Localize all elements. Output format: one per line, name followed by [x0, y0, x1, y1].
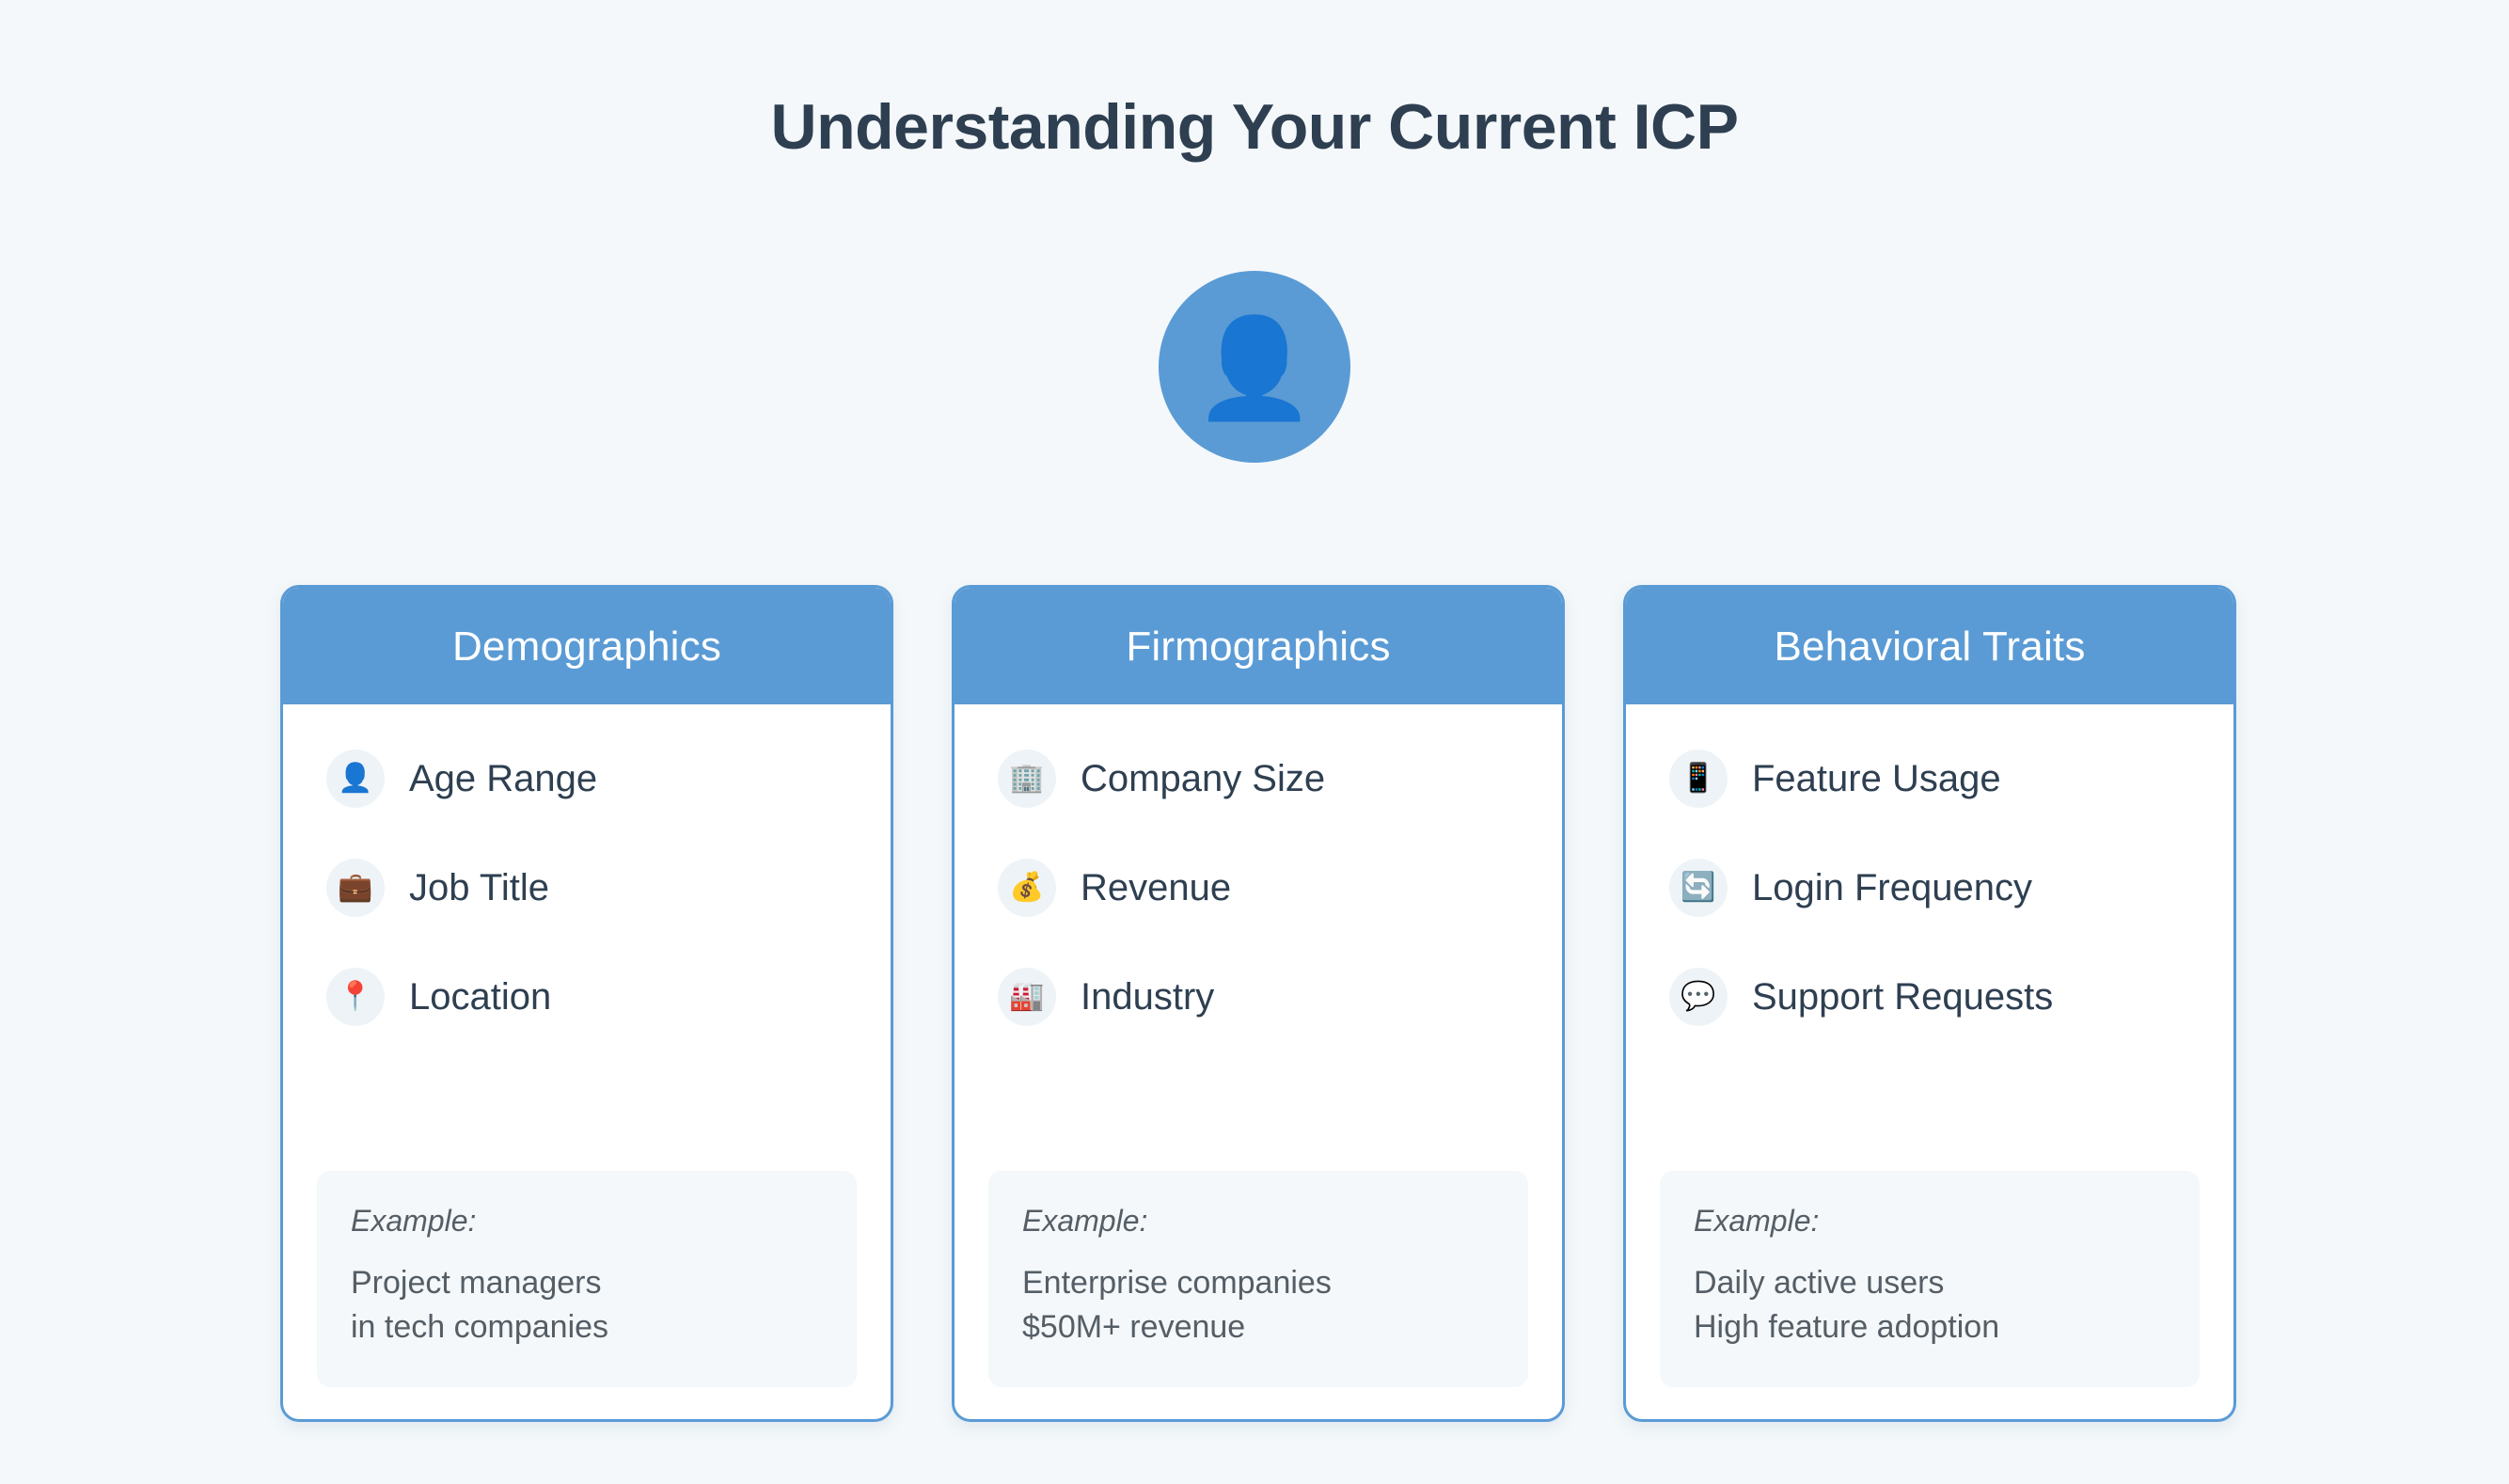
mobile-phone-icon: 📱: [1669, 750, 1728, 809]
attribute-label: Login Frequency: [1752, 867, 2032, 909]
briefcase-icon: 💼: [326, 859, 385, 918]
list-item: 💼 Job Title: [326, 859, 847, 918]
icon-glyph: 👤: [338, 763, 373, 795]
person-icon: 👤: [326, 750, 385, 809]
money-bag-icon: 💰: [998, 859, 1056, 918]
example-box: Example: Project managers in tech compan…: [317, 1170, 857, 1387]
icon-glyph: 🏭: [1009, 981, 1045, 1013]
icp-card-row: Demographics 👤 Age Range 💼 Job Title 📍 L…: [280, 585, 2238, 1422]
list-item: 💬 Support Requests: [1669, 968, 2190, 1027]
bust-in-silhouette-icon: 👤: [1193, 314, 1316, 423]
icon-glyph: 📱: [1681, 763, 1716, 795]
refresh-icon: 🔄: [1669, 859, 1728, 918]
example-box: Example: Enterprise companies $50M+ reve…: [988, 1170, 1528, 1387]
card-body: 📱 Feature Usage 🔄 Login Frequency 💬 Supp…: [1626, 704, 2233, 1122]
card-body: 🏢 Company Size 💰 Revenue 🏭 Industry: [955, 704, 1562, 1122]
page-title: Understanding Your Current ICP: [770, 90, 1739, 163]
icp-card-behavioral-traits: Behavioral Traits 📱 Feature Usage 🔄 Logi…: [1623, 585, 2236, 1422]
example-line: $50M+ revenue: [1022, 1309, 1246, 1346]
attribute-label: Feature Usage: [1752, 758, 2001, 800]
list-item: 🔄 Login Frequency: [1669, 859, 2190, 918]
icp-card-firmographics: Firmographics 🏢 Company Size 💰 Revenue 🏭…: [952, 585, 1565, 1422]
example-label: Example:: [1022, 1203, 1148, 1238]
list-item: 🏭 Industry: [998, 968, 1519, 1027]
attribute-label: Company Size: [1081, 758, 1326, 800]
attribute-label: Revenue: [1081, 867, 1232, 909]
card-header-title: Behavioral Traits: [1626, 588, 2233, 705]
icon-glyph: 🏢: [1009, 763, 1045, 795]
example-line: Project managers: [351, 1265, 602, 1302]
example-line: High feature adoption: [1694, 1309, 2000, 1346]
icon-glyph: 🔄: [1681, 872, 1716, 904]
card-body: 👤 Age Range 💼 Job Title 📍 Location: [283, 704, 891, 1122]
list-item: 👤 Age Range: [326, 750, 847, 809]
icon-glyph: 📍: [338, 981, 373, 1013]
example-label: Example:: [1694, 1203, 1820, 1238]
icp-overview-page: Understanding Your Current ICP 👤 Demogra…: [0, 0, 2509, 1484]
attribute-label: Location: [409, 976, 552, 1018]
attribute-label: Age Range: [409, 758, 598, 800]
factory-icon: 🏭: [998, 968, 1056, 1027]
attribute-list: 👤 Age Range 💼 Job Title 📍 Location: [326, 750, 847, 1027]
example-label: Example:: [351, 1203, 477, 1238]
icon-glyph: 💼: [338, 872, 373, 904]
icon-glyph: 💰: [1009, 872, 1045, 904]
example-line: in tech companies: [351, 1309, 609, 1346]
list-item: 🏢 Company Size: [998, 750, 1519, 809]
attribute-label: Support Requests: [1752, 976, 2054, 1018]
example-box: Example: Daily active users High feature…: [1660, 1170, 2200, 1387]
office-building-icon: 🏢: [998, 750, 1056, 809]
example-line: Daily active users: [1694, 1265, 1945, 1302]
speech-balloon-icon: 💬: [1669, 968, 1728, 1027]
pushpin-icon: 📍: [326, 968, 385, 1027]
card-header-title: Demographics: [283, 588, 891, 705]
attribute-label: Job Title: [409, 867, 549, 909]
icp-card-demographics: Demographics 👤 Age Range 💼 Job Title 📍 L…: [280, 585, 893, 1422]
attribute-list: 🏢 Company Size 💰 Revenue 🏭 Industry: [998, 750, 1519, 1027]
attribute-list: 📱 Feature Usage 🔄 Login Frequency 💬 Supp…: [1669, 750, 2190, 1027]
list-item: 📍 Location: [326, 968, 847, 1027]
icon-glyph: 💬: [1681, 981, 1716, 1013]
card-header-title: Firmographics: [955, 588, 1562, 705]
avatar: 👤: [1159, 271, 1350, 463]
list-item: 💰 Revenue: [998, 859, 1519, 918]
list-item: 📱 Feature Usage: [1669, 750, 2190, 809]
example-line: Enterprise companies: [1022, 1265, 1332, 1302]
attribute-label: Industry: [1081, 976, 1215, 1018]
